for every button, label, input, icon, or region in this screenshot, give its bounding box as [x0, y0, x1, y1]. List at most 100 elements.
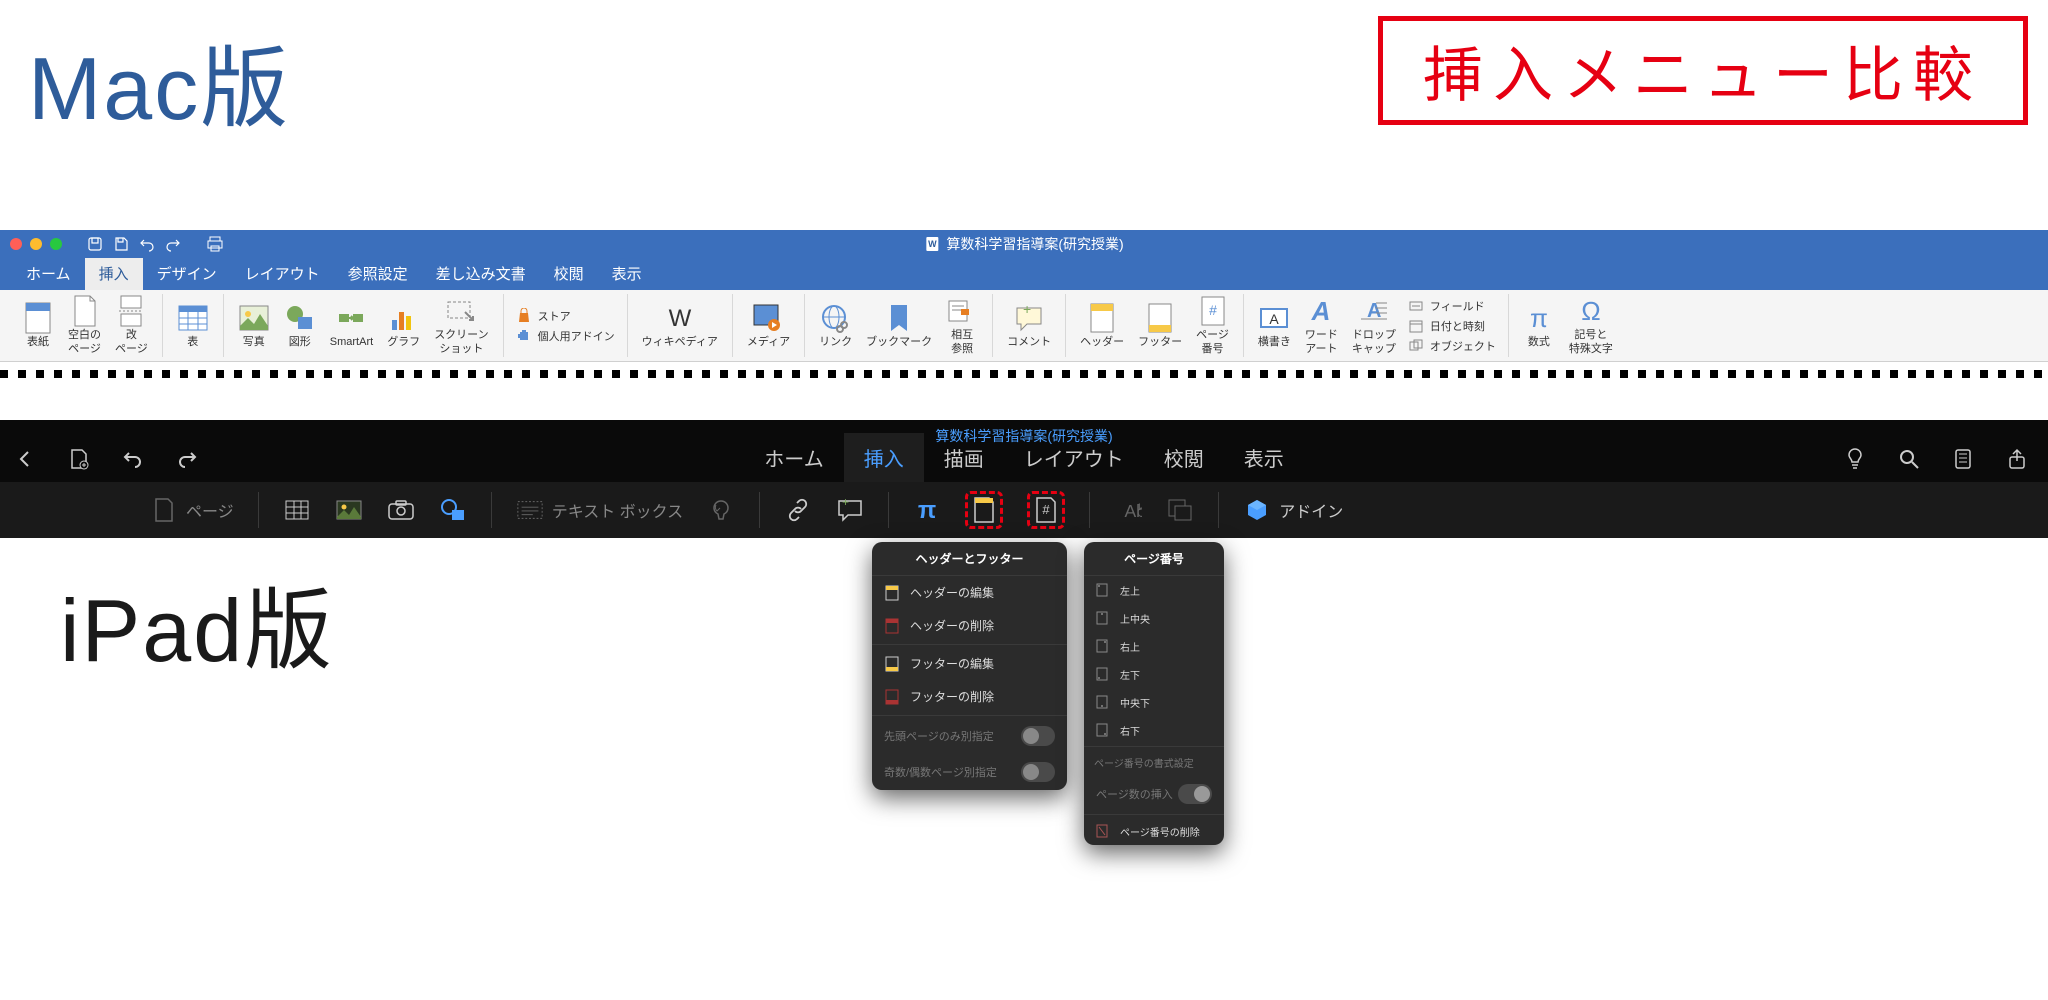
- smartart-button[interactable]: SmartArt: [324, 300, 379, 351]
- cover-page-button[interactable]: 表紙: [16, 300, 60, 351]
- pictures-button[interactable]: 写真: [232, 300, 276, 351]
- date-time-button[interactable]: 日付と時刻: [1404, 317, 1500, 335]
- highlight-header-footer: [965, 491, 1003, 529]
- remove-page-numbers[interactable]: ページ番号の削除: [1084, 817, 1224, 845]
- equation-icon: π: [1523, 302, 1555, 334]
- footer-button[interactable]: フッター: [1132, 300, 1188, 351]
- ipad-link-button[interactable]: [784, 496, 812, 524]
- svg-text:W: W: [668, 305, 691, 332]
- tab-design[interactable]: デザイン: [143, 257, 231, 290]
- search-button[interactable]: [1896, 446, 1922, 472]
- footer-icon: [884, 656, 900, 672]
- save-icon[interactable]: [112, 235, 130, 253]
- insert-page-count-toggle[interactable]: ページ数の挿入: [1084, 776, 1224, 812]
- file-button[interactable]: [66, 446, 92, 472]
- tab-mailings[interactable]: 差し込み文書: [422, 257, 540, 290]
- blank-page-button[interactable]: 空白の ページ: [62, 293, 107, 357]
- autosave-icon[interactable]: [86, 235, 104, 253]
- ipad-shapes-button[interactable]: [439, 496, 467, 524]
- remove-footer-item[interactable]: フッターの削除: [872, 680, 1067, 713]
- page-break-button[interactable]: 改 ページ: [109, 293, 154, 357]
- undo-icon[interactable]: [138, 235, 156, 253]
- bookmark-button[interactable]: ブックマーク: [860, 300, 938, 351]
- first-page-different-toggle[interactable]: 先頭ページのみ別指定: [872, 718, 1067, 754]
- tab-review[interactable]: 校閲: [540, 257, 598, 290]
- edit-footer-item[interactable]: フッターの編集: [872, 647, 1067, 680]
- tab-references[interactable]: 参照設定: [334, 257, 422, 290]
- my-addins-button[interactable]: 個人用アドイン: [512, 327, 619, 345]
- ipad-pictures-button[interactable]: [335, 496, 363, 524]
- page-number-button[interactable]: #ページ 番号: [1190, 293, 1235, 357]
- ipad-table-button[interactable]: [283, 496, 311, 524]
- maximize-button[interactable]: [50, 238, 62, 250]
- position-top-center[interactable]: 上中央: [1084, 604, 1224, 632]
- tab-insert[interactable]: 挿入: [85, 257, 143, 290]
- svg-text:A: A: [1311, 296, 1331, 326]
- ipad-header-footer-button[interactable]: [970, 496, 998, 524]
- minimize-button[interactable]: [30, 238, 42, 250]
- ipad-footnote-button[interactable]: Ab1: [1114, 496, 1142, 524]
- cross-reference-button[interactable]: 相互 参照: [940, 293, 984, 357]
- edit-header-item[interactable]: ヘッダーの編集: [872, 576, 1067, 609]
- position-bottom-left[interactable]: 左下: [1084, 660, 1224, 688]
- ipad-equation-button[interactable]: π: [913, 496, 941, 524]
- page-number-format[interactable]: ページ番号の書式設定: [1084, 749, 1224, 776]
- text-box-button[interactable]: A横書き: [1252, 300, 1297, 351]
- redo-button[interactable]: [174, 446, 200, 472]
- tab-layout[interactable]: レイアウト: [231, 257, 334, 290]
- header-button[interactable]: ヘッダー: [1074, 300, 1130, 351]
- store-button[interactable]: ストア: [512, 307, 619, 325]
- position-bottom-center[interactable]: 中央下: [1084, 688, 1224, 716]
- remove-footer-icon: [884, 689, 900, 705]
- drop-cap-icon: A: [1358, 295, 1390, 327]
- shapes-icon: [284, 302, 316, 334]
- odd-even-different-toggle[interactable]: 奇数/偶数ページ別指定: [872, 754, 1067, 790]
- tell-me-button[interactable]: [1842, 446, 1868, 472]
- screenshot-button[interactable]: スクリーン ショット: [428, 293, 494, 357]
- back-button[interactable]: [12, 446, 38, 472]
- print-icon[interactable]: [206, 235, 224, 253]
- ipad-textbox-button[interactable]: テキスト ボックス: [516, 496, 684, 524]
- ipad-page-button[interactable]: ページ: [150, 496, 234, 524]
- close-button[interactable]: [10, 238, 22, 250]
- shapes-icon: [439, 496, 467, 524]
- mac-ribbon: 表紙 空白の ページ 改 ページ 表 写真 図形 SmartArt グラフ スク…: [0, 290, 2048, 362]
- ipad-tab-insert[interactable]: 挿入: [844, 433, 924, 482]
- share-button[interactable]: [2004, 446, 2030, 472]
- table-button[interactable]: 表: [171, 300, 215, 351]
- media-button[interactable]: メディア: [741, 300, 796, 351]
- remove-header-item[interactable]: ヘッダーの削除: [872, 609, 1067, 642]
- reading-mode-button[interactable]: [1950, 446, 1976, 472]
- tab-home[interactable]: ホーム: [12, 257, 85, 290]
- equation-button[interactable]: π数式: [1517, 300, 1561, 351]
- tab-view[interactable]: 表示: [598, 257, 656, 290]
- undo-button[interactable]: [120, 446, 146, 472]
- shapes-button[interactable]: 図形: [278, 300, 322, 351]
- page-pos-icon: [1094, 610, 1110, 626]
- header-footer-popup: ヘッダーとフッター ヘッダーの編集 ヘッダーの削除 フッターの編集 フッターの削…: [872, 542, 1067, 790]
- ipad-tab-home[interactable]: ホーム: [744, 433, 843, 482]
- position-bottom-right[interactable]: 右下: [1084, 716, 1224, 744]
- header-icon: [884, 585, 900, 601]
- table-icon: [177, 302, 209, 334]
- ipad-page-number-button[interactable]: #: [1032, 496, 1060, 524]
- wikipedia-button[interactable]: Wウィキペディア: [636, 300, 724, 351]
- field-button[interactable]: フィールド: [1404, 297, 1500, 315]
- ipad-comment-button[interactable]: +: [836, 496, 864, 524]
- symbol-button[interactable]: Ω記号と 特殊文字: [1563, 293, 1619, 357]
- drop-cap-button[interactable]: Aドロップ キャップ: [1346, 293, 1402, 357]
- ipad-pages-button[interactable]: [1166, 496, 1194, 524]
- ipad-tab-view[interactable]: 表示: [1224, 433, 1304, 482]
- object-button[interactable]: オブジェクト: [1404, 337, 1500, 355]
- link-button[interactable]: リンク: [813, 300, 858, 351]
- position-top-right[interactable]: 右上: [1084, 632, 1224, 660]
- ipad-addins-button[interactable]: アドイン: [1243, 496, 1343, 524]
- ipad-icons-button[interactable]: [707, 496, 735, 524]
- position-top-left[interactable]: 左上: [1084, 576, 1224, 604]
- ipad-tab-review[interactable]: 校閲: [1144, 433, 1224, 482]
- wordart-button[interactable]: Aワード アート: [1299, 293, 1344, 357]
- ipad-camera-button[interactable]: [387, 496, 415, 524]
- chart-button[interactable]: グラフ: [381, 300, 426, 351]
- comment-button[interactable]: +コメント: [1001, 300, 1057, 351]
- redo-icon[interactable]: [164, 235, 182, 253]
